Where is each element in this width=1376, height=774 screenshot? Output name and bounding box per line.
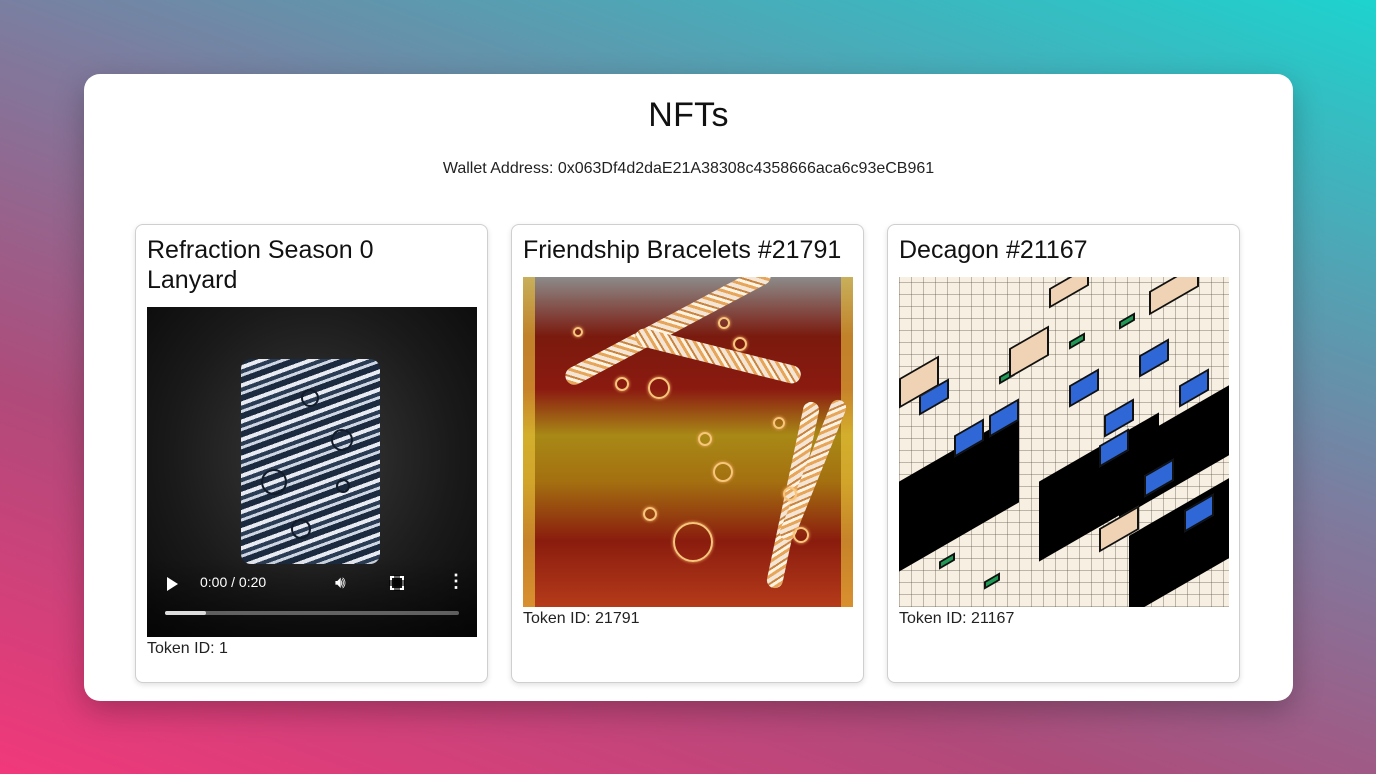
token-id: Token ID: 1 (147, 640, 228, 657)
decagon-tile (1049, 277, 1089, 309)
nft-card-decagon: Decagon #21167 Token ID: 21167 (887, 224, 1240, 683)
lanyard-artwork (241, 359, 380, 564)
decagon-tile (1009, 325, 1049, 379)
video-frame: 0:00 / 0:20 🔊︎ ⋮ (147, 307, 477, 637)
nft-panel: NFTs Wallet Address: 0x063Df4d2daE21A383… (84, 74, 1293, 701)
nft-card-lanyard: Refraction Season 0 Lanyard 0:00 / 0:20 … (135, 224, 488, 683)
fullscreen-icon[interactable] (389, 575, 405, 591)
nft-image-bracelets[interactable] (523, 277, 853, 607)
more-vert-icon[interactable]: ⋮ (447, 571, 465, 592)
video-seek-bar[interactable] (165, 611, 459, 615)
token-id: Token ID: 21167 (899, 610, 1015, 627)
decagon-tile (1139, 338, 1169, 378)
decagon-tile (1149, 277, 1199, 316)
decagon-tile (1069, 332, 1085, 350)
seek-progress (165, 611, 207, 615)
decagon-tile (1069, 368, 1099, 408)
volume-icon[interactable]: 🔊︎ (335, 573, 346, 593)
play-icon[interactable] (167, 577, 178, 591)
decagon-tile (1119, 312, 1135, 330)
nft-image-decagon[interactable] (899, 277, 1229, 607)
wallet-address: Wallet Address: 0x063Df4d2daE21A38308c43… (442, 160, 935, 177)
nft-card-title: Friendship Bracelets #21791 (523, 236, 842, 264)
nft-video[interactable]: 0:00 / 0:20 🔊︎ ⋮ (147, 307, 477, 637)
decagon-artwork (899, 277, 1229, 607)
decagon-tile (984, 572, 1000, 590)
nft-card-title: Refraction Season 0 Lanyard (147, 236, 374, 294)
video-controls: 0:00 / 0:20 🔊︎ ⋮ (147, 557, 477, 637)
bracelets-artwork (523, 277, 853, 607)
decagon-tile (939, 552, 955, 570)
token-id: Token ID: 21791 (523, 610, 640, 627)
page-title: NFTs (648, 96, 729, 134)
nft-card-bracelets: Friendship Bracelets #21791 Token ID: 21… (511, 224, 864, 683)
nft-card-title: Decagon #21167 (899, 236, 1088, 264)
video-time: 0:00 / 0:20 (200, 574, 267, 590)
